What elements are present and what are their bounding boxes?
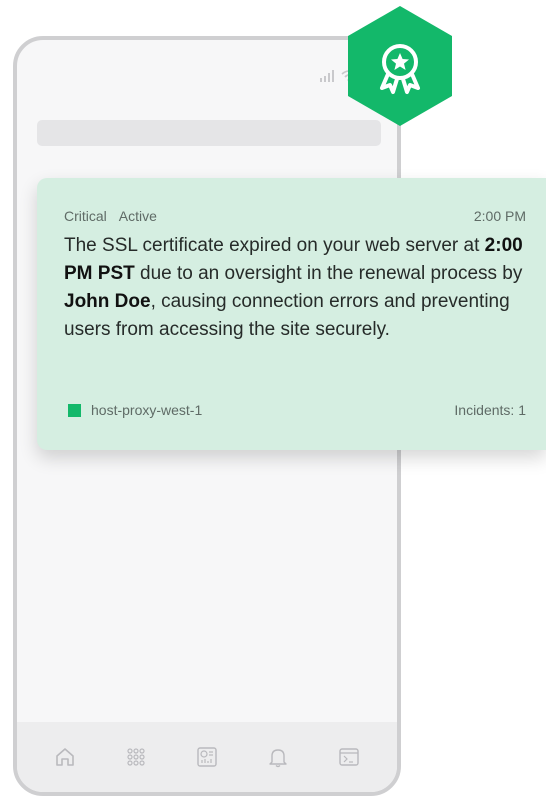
alert-time: 2:00 PM — [473, 208, 526, 224]
terminal-icon — [339, 748, 360, 766]
nav-dashboard[interactable] — [193, 743, 221, 771]
apps-grid-icon — [127, 748, 145, 766]
severity-tag: Critical — [64, 208, 107, 224]
responsible-person: John Doe — [64, 291, 151, 312]
search-bar-placeholder[interactable] — [37, 120, 381, 146]
nav-notifications[interactable] — [264, 743, 292, 771]
nav-home[interactable] — [51, 743, 79, 771]
home-icon — [55, 748, 74, 766]
nav-apps[interactable] — [122, 743, 150, 771]
incident-count: Incidents: 1 — [454, 402, 526, 418]
alert-message: The SSL certificate expired on your web … — [64, 235, 523, 340]
alert-notification-card[interactable]: Critical Active 2:00 PM The SSL certific… — [37, 178, 546, 450]
bottom-nav — [17, 722, 397, 792]
signal-icon — [320, 70, 334, 82]
status-tag: Active — [118, 208, 157, 224]
alert-footer: host-proxy-west-1 Incidents: 1 — [68, 402, 526, 418]
nav-terminal[interactable] — [335, 743, 363, 771]
award-ribbon-icon — [348, 6, 452, 126]
host-status-square — [68, 403, 81, 417]
bell-icon — [269, 749, 287, 768]
alert-header: Critical Active 2:00 PM — [64, 208, 526, 224]
dashboard-icon — [197, 747, 217, 767]
host-label[interactable]: host-proxy-west-1 — [68, 402, 202, 418]
host-name: host-proxy-west-1 — [91, 402, 203, 418]
